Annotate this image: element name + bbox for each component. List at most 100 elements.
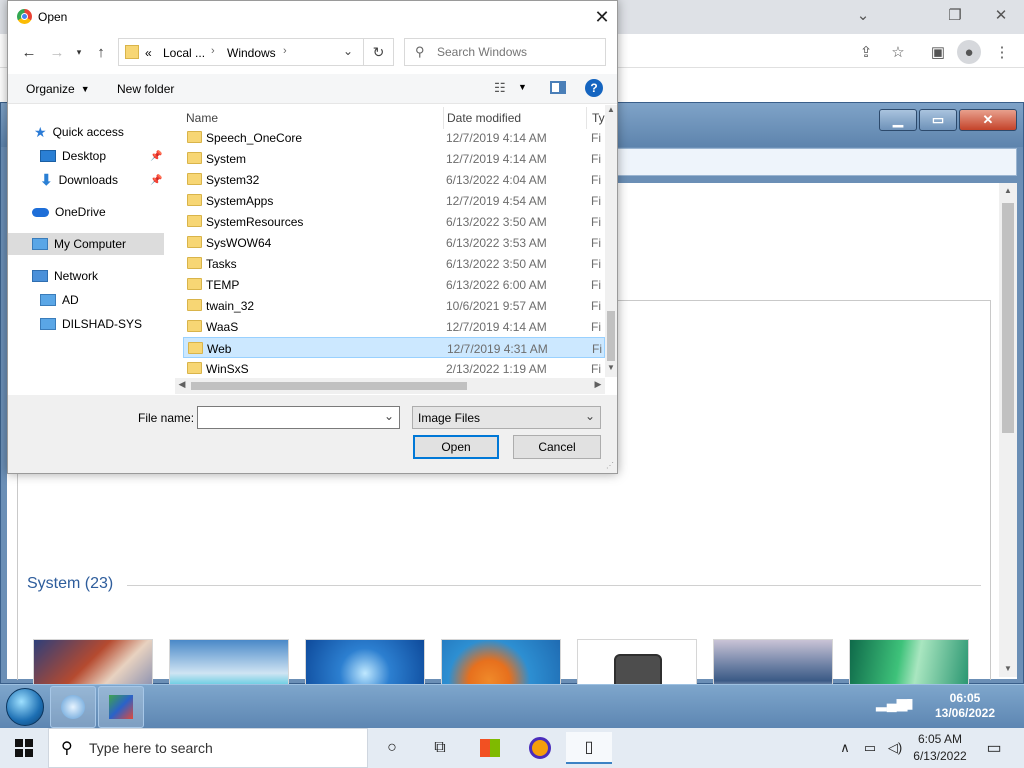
battery-icon[interactable]: ▮ xyxy=(906,695,914,712)
filter-dropdown-chevron-icon[interactable]: ⌄ xyxy=(585,409,595,423)
file-type-filter[interactable]: Image Files ⌄ xyxy=(412,406,601,429)
scroll-thumb[interactable] xyxy=(191,382,467,390)
nav-onedrive[interactable]: OneDrive xyxy=(32,201,106,223)
file-row[interactable]: SysWOW64 6/13/2022 3:53 AM Fi xyxy=(183,232,605,253)
recent-locations-chevron-icon[interactable]: ▾ xyxy=(68,41,90,63)
remote-address-bar[interactable] xyxy=(617,148,1017,176)
browser-menu-icon[interactable]: ⋮ xyxy=(990,40,1014,64)
remote-maximize-button[interactable]: ▭ xyxy=(919,109,957,131)
file-row[interactable]: twain_32 10/6/2021 9:57 AM Fi xyxy=(183,295,605,316)
nav-network-ad[interactable]: AD xyxy=(40,289,79,311)
scroll-down-arrow-icon[interactable]: ▼ xyxy=(999,661,1017,675)
address-bar[interactable]: « Local ... › Windows › ⌄ xyxy=(118,38,364,66)
address-dropdown-chevron-icon[interactable]: ⌄ xyxy=(343,44,353,58)
breadcrumb-local[interactable]: Local ... xyxy=(163,46,205,60)
task-view-icon[interactable]: ⧉ xyxy=(424,732,456,764)
brave-browser-icon[interactable] xyxy=(524,732,556,764)
nav-my-computer[interactable]: My Computer xyxy=(8,233,164,255)
scroll-thumb[interactable] xyxy=(607,311,615,361)
file-row[interactable]: SystemApps 12/7/2019 4:54 AM Fi xyxy=(183,190,605,211)
share-icon[interactable]: ⇪ xyxy=(854,40,878,64)
view-options-chevron-icon[interactable]: ▼ xyxy=(518,82,527,92)
pin-icon[interactable]: 📌 xyxy=(150,151,162,162)
store-icon[interactable] xyxy=(474,732,506,764)
taskbar-search-box[interactable]: ⚲ Type here to search xyxy=(48,728,368,768)
scroll-right-arrow-icon[interactable]: ▶ xyxy=(591,379,605,393)
nav-network-dilshad-sys[interactable]: DILSHAD-SYS xyxy=(40,313,142,335)
notepad-app-icon[interactable]: ▯ xyxy=(566,732,612,764)
organize-menu[interactable]: Organize ▼ xyxy=(26,82,90,96)
search-windows-box[interactable]: ⚲ xyxy=(404,38,606,66)
tab-search-chevron-icon[interactable]: ⌄ xyxy=(846,4,880,26)
open-button[interactable]: Open xyxy=(413,435,499,459)
file-row[interactable]: Speech_OneCore 12/7/2019 4:14 AM Fi xyxy=(183,127,605,148)
network-icon[interactable]: ▭ xyxy=(858,732,882,764)
nav-quick-access[interactable]: ★ Quick access xyxy=(34,121,124,143)
windows-start-icon[interactable] xyxy=(6,732,42,764)
file-row[interactable]: System32 6/13/2022 4:04 AM Fi xyxy=(183,169,605,190)
file-row[interactable]: WinSxS 2/13/2022 1:19 AM Fi xyxy=(183,358,605,377)
tray-chevron-up-icon[interactable]: ∧ xyxy=(836,732,854,764)
host-clock[interactable]: 6:05 AM 6/13/2022 xyxy=(910,731,970,765)
taskbar-app-paint[interactable] xyxy=(98,686,144,728)
bookmark-star-icon[interactable]: ☆ xyxy=(886,40,910,64)
breadcrumb-overflow[interactable]: « xyxy=(145,46,152,60)
browser-close-button[interactable]: ✕ xyxy=(984,4,1018,26)
new-folder-button[interactable]: New folder xyxy=(117,82,174,96)
notifications-icon[interactable]: ▭ xyxy=(978,732,1010,764)
pin-icon[interactable]: 📌 xyxy=(150,175,162,186)
file-row-selected[interactable]: Web 12/7/2019 4:31 AM Fi xyxy=(183,337,605,358)
profile-avatar-icon[interactable]: ● xyxy=(957,40,981,64)
forward-button[interactable]: → xyxy=(46,41,68,63)
scroll-left-arrow-icon[interactable]: ◀ xyxy=(175,379,189,393)
view-options-icon[interactable]: ☷ xyxy=(494,80,506,96)
file-row[interactable]: TEMP 6/13/2022 6:00 AM Fi xyxy=(183,274,605,295)
cancel-button[interactable]: Cancel xyxy=(513,435,601,459)
remote-minimize-button[interactable]: ▁ xyxy=(879,109,917,131)
resize-grip-icon[interactable]: ⋰ xyxy=(606,461,614,470)
file-name-input[interactable] xyxy=(201,409,377,426)
column-separator[interactable] xyxy=(586,107,587,129)
start-orb-icon[interactable] xyxy=(6,688,44,726)
side-panel-icon[interactable]: ▣ xyxy=(926,40,950,64)
scroll-up-arrow-icon[interactable]: ▲ xyxy=(605,105,617,119)
file-row[interactable]: SystemResources 6/13/2022 3:50 AM Fi xyxy=(183,211,605,232)
column-separator[interactable] xyxy=(443,107,444,129)
nav-network[interactable]: Network xyxy=(32,265,98,287)
search-input[interactable] xyxy=(437,43,599,61)
up-button[interactable]: ↑ xyxy=(90,41,112,63)
dialog-close-button[interactable]: ✕ xyxy=(590,5,614,29)
nav-desktop[interactable]: Desktop 📌 xyxy=(40,145,168,167)
file-list-vertical-scrollbar[interactable]: ▲ ▼ xyxy=(605,105,617,377)
organize-label: Organize xyxy=(26,82,75,96)
remote-close-button[interactable]: ✕ xyxy=(959,109,1017,131)
file-row[interactable]: System 12/7/2019 4:14 AM Fi xyxy=(183,148,605,169)
nav-downloads[interactable]: ⬇ Downloads 📌 xyxy=(40,169,168,191)
file-row[interactable]: Tasks 6/13/2022 3:50 AM Fi xyxy=(183,253,605,274)
file-name-dropdown-chevron-icon[interactable]: ⌄ xyxy=(384,409,394,423)
taskbar-app-media[interactable] xyxy=(50,686,96,728)
breadcrumb-windows[interactable]: Windows xyxy=(227,46,276,60)
file-name-field[interactable]: ⌄ xyxy=(197,406,400,429)
scroll-up-arrow-icon[interactable]: ▲ xyxy=(999,183,1017,197)
column-header-type[interactable]: Ty xyxy=(592,111,605,125)
scroll-thumb[interactable] xyxy=(1002,203,1014,433)
column-header-name[interactable]: Name xyxy=(186,111,218,125)
back-button[interactable]: ← xyxy=(18,41,40,63)
refresh-button[interactable]: ↻ xyxy=(364,38,394,66)
volume-icon[interactable]: ◁) xyxy=(884,732,906,764)
breadcrumb-separator-icon[interactable]: › xyxy=(211,45,215,57)
file-list-horizontal-scrollbar[interactable]: ◀ ▶ xyxy=(175,378,605,394)
help-icon[interactable]: ? xyxy=(585,79,603,97)
remote-vertical-scrollbar[interactable]: ▲ ▼ xyxy=(999,183,1017,677)
scroll-down-arrow-icon[interactable]: ▼ xyxy=(605,363,617,377)
desktop-icon xyxy=(40,150,56,162)
cortana-icon[interactable]: ○ xyxy=(376,732,408,764)
breadcrumb-separator-icon[interactable]: › xyxy=(283,45,287,57)
signal-icon[interactable]: ▂▄▆ xyxy=(876,695,907,712)
browser-restore-button[interactable]: ❐ xyxy=(938,4,972,26)
file-row[interactable]: WaaS 12/7/2019 4:14 AM Fi xyxy=(183,316,605,337)
preview-pane-icon[interactable] xyxy=(550,81,566,94)
column-header-date[interactable]: Date modified xyxy=(447,111,521,125)
remote-clock[interactable]: 06:05 13/06/2022 xyxy=(928,691,1002,721)
